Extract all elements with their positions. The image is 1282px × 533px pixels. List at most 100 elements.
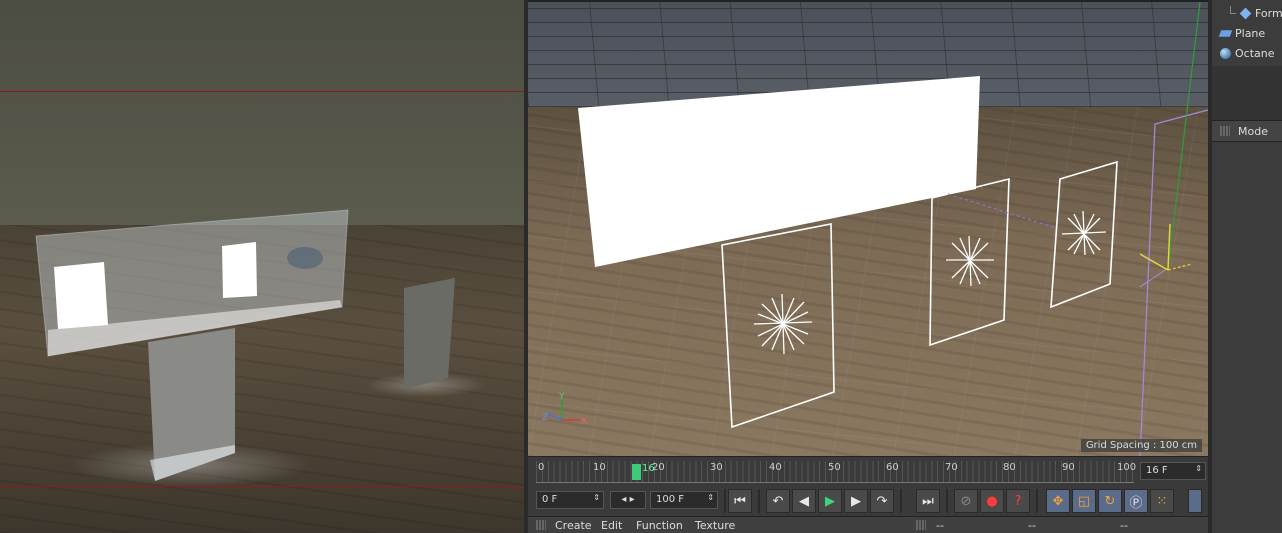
panel-divider	[1212, 66, 1282, 124]
transport-bar: 0 F ⇕ ◂ ▸ 100 F ⇕ ⏮ ↶ ◀ ▶ ▶ ↷ ⏭ ⊘ ● ? ✥ …	[528, 486, 1208, 516]
start-frame-field[interactable]: 0 F ⇕	[536, 491, 604, 509]
ruler-tick: 100	[1117, 462, 1137, 473]
spinner-arrows-icon[interactable]: ⇕	[1195, 464, 1202, 473]
previous-key-icon: ↶	[772, 493, 784, 509]
go-to-start-button[interactable]: ⏮	[728, 489, 752, 513]
area-light-frame-1	[721, 223, 835, 429]
menu-function[interactable]: Function	[636, 519, 683, 532]
ruler-tick: 30	[710, 462, 723, 473]
playhead[interactable]	[632, 464, 641, 480]
object-label: Octane	[1235, 46, 1275, 60]
svg-text:Z: Z	[542, 413, 548, 423]
ruler-tick: 10	[593, 462, 606, 473]
record-key-icon: ⊘	[960, 493, 972, 509]
editor-viewport[interactable]: Y X Z Grid Spacing : 100 cm	[528, 0, 1208, 456]
form-icon	[1239, 7, 1252, 19]
object-label: Plane	[1235, 26, 1266, 40]
timeline-ruler[interactable]: 0 10 20 30 40 50 60 70 80 90 100 16	[536, 461, 1137, 483]
menu-texture[interactable]: Texture	[695, 519, 735, 532]
go-to-start-icon: ⏮	[734, 493, 746, 509]
white-plane	[578, 76, 980, 267]
world-y-axis	[1167, 2, 1201, 271]
editor-scene: Y X Z	[542, 2, 1208, 456]
key-pla-button[interactable]: ⁙	[1150, 489, 1174, 513]
view-axis-indicator: Y X Z	[542, 392, 587, 427]
panel-grip-icon[interactable]	[536, 520, 546, 530]
key-rotation-button[interactable]: ↻	[1098, 489, 1122, 513]
light-gizmo-3	[1061, 210, 1107, 256]
rotate-icon: ↻	[1104, 493, 1116, 509]
scheme-button[interactable]	[1188, 489, 1202, 513]
next-key-button[interactable]: ↷	[870, 489, 894, 513]
menu-create[interactable]: Create	[555, 519, 592, 532]
light-gizmo-1	[753, 293, 813, 355]
previous-frame-button[interactable]: ◀	[792, 489, 816, 513]
mode-menu[interactable]: Mode	[1238, 125, 1268, 138]
end-frame-field[interactable]: 100 F ⇕	[650, 491, 718, 509]
key-parameter-button[interactable]: Ⓟ	[1124, 489, 1148, 513]
record-disabled-button[interactable]: ⊘	[954, 489, 978, 513]
ruler-tick: 90	[1062, 462, 1075, 473]
bounding-box	[1139, 109, 1208, 456]
panel-grip-icon[interactable]	[916, 520, 926, 530]
coordinates-placeholder: --	[1120, 519, 1128, 532]
ruler-tick: 70	[945, 462, 958, 473]
svg-text:Y: Y	[558, 392, 565, 402]
spinner-arrows-icon[interactable]: ⇕	[707, 493, 714, 502]
go-to-end-button[interactable]: ⏭	[916, 489, 940, 513]
plane-icon	[1218, 29, 1233, 37]
range-arrows-icon: ◂ ▸	[621, 494, 635, 505]
end-frame-value: 100 F	[656, 494, 685, 505]
scale-icon: ◱	[1077, 493, 1091, 509]
ruler-tick: 60	[886, 462, 899, 473]
go-to-end-icon: ⏭	[922, 493, 934, 509]
next-frame-button[interactable]: ▶	[844, 489, 868, 513]
svg-text:X: X	[581, 417, 587, 427]
previous-frame-icon: ◀	[799, 493, 809, 509]
range-slider[interactable]: ◂ ▸	[610, 491, 646, 509]
menu-edit[interactable]: Edit	[601, 519, 622, 532]
play-button[interactable]: ▶	[818, 489, 842, 513]
transport-separator	[724, 489, 726, 513]
render-viewport[interactable]	[0, 0, 524, 533]
render-scene	[35, 209, 485, 487]
attribute-mode-bar: Mode	[1212, 120, 1282, 142]
playhead-frame-label: 16	[642, 463, 655, 474]
key-scale-button[interactable]: ◱	[1072, 489, 1096, 513]
object-manager-panel: Form Plane Octane Mode	[1208, 0, 1282, 533]
ruler-tick: 80	[1003, 462, 1016, 473]
start-frame-value: 0 F	[542, 494, 558, 505]
tree-branch	[1230, 6, 1236, 14]
material-manager-menubar: Create Edit Function Texture -- -- --	[528, 516, 1282, 533]
current-frame-field[interactable]: 16 F ⇕	[1140, 462, 1206, 480]
autokey-icon: ●	[986, 493, 998, 509]
pla-grid-icon: ⁙	[1156, 493, 1168, 509]
object-label: Form	[1255, 6, 1282, 20]
timeline[interactable]: 0 10 20 30 40 50 60 70 80 90 100 16 16 F…	[528, 456, 1208, 486]
keyframe-selection-button[interactable]: ?	[1006, 489, 1030, 513]
key-position-button[interactable]: ✥	[1046, 489, 1070, 513]
spinner-arrows-icon[interactable]: ⇕	[593, 493, 600, 502]
question-key-icon: ?	[1014, 493, 1022, 509]
panel-grip-icon[interactable]	[1220, 126, 1230, 136]
ruler-tick: 40	[769, 462, 782, 473]
play-icon: ▶	[825, 493, 835, 509]
next-frame-icon: ▶	[851, 493, 861, 509]
parameter-p-icon: Ⓟ	[1129, 495, 1143, 511]
transport-separator	[1036, 489, 1038, 513]
ruler-tick: 0	[538, 462, 545, 473]
transport-separator	[758, 489, 760, 513]
next-key-icon: ↷	[876, 493, 888, 509]
light-gizmo-2	[946, 235, 994, 287]
ruler-tick: 50	[828, 462, 841, 473]
previous-key-button[interactable]: ↶	[766, 489, 790, 513]
transport-separator	[946, 489, 948, 513]
object-item-plane[interactable]: Plane	[1218, 24, 1266, 42]
object-item-octane[interactable]: Octane	[1220, 44, 1275, 62]
current-frame-value: 16 F	[1146, 465, 1168, 476]
object-item-form[interactable]: Form	[1230, 4, 1282, 22]
move-arrows-icon: ✥	[1052, 493, 1064, 509]
autokey-button[interactable]: ●	[980, 489, 1004, 513]
sky-sphere-icon	[1220, 47, 1231, 59]
coordinates-placeholder: --	[1028, 519, 1036, 532]
